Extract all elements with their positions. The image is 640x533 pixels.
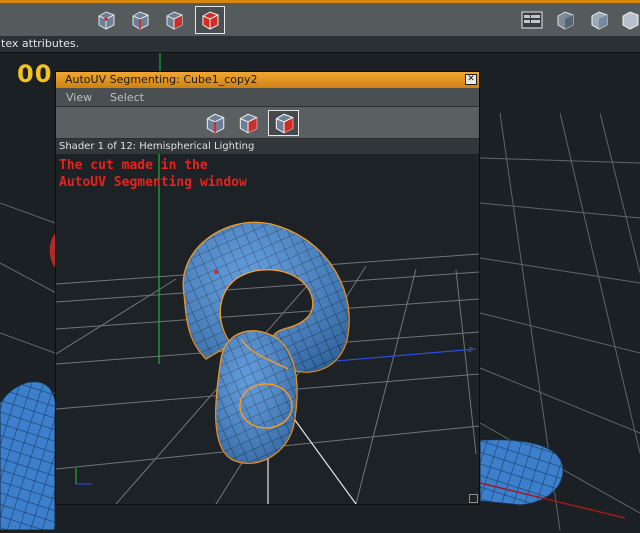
cube-object-icon[interactable] xyxy=(195,6,225,34)
cut-annotation: The cut made in the AutoUV Segmenting wi… xyxy=(59,157,247,191)
svg-text:z: z xyxy=(468,345,473,355)
uv-3d-viewport[interactable]: z The cut made in the AutoUV Segmenting … xyxy=(56,154,479,504)
shader-label: Shader 1 of 12: Hemispherical Lighting xyxy=(56,139,479,154)
solid-cube-icon[interactable] xyxy=(587,8,611,32)
close-icon[interactable]: ✕ xyxy=(465,74,477,85)
cube-edges-icon[interactable] xyxy=(201,110,229,136)
cube-selected-face-icon[interactable] xyxy=(268,110,299,136)
window-toolbar xyxy=(56,107,479,139)
window-titlebar[interactable]: AutoUV Segmenting: Cube1_copy2 ✕ xyxy=(56,72,479,88)
annotation-line-2: AutoUV Segmenting window xyxy=(59,175,247,190)
knot-mesh xyxy=(182,221,350,464)
knot-mesh-render: z xyxy=(56,154,479,504)
annotation-line-1: The cut made in the xyxy=(59,158,208,173)
resize-grip-icon[interactable] xyxy=(469,494,478,503)
menu-view[interactable]: View xyxy=(66,91,92,104)
shaded-cube-icon[interactable] xyxy=(553,8,577,32)
wire-cube-icon[interactable] xyxy=(618,8,640,32)
autouv-segmenting-window: AutoUV Segmenting: Cube1_copy2 ✕ View Se… xyxy=(55,71,480,505)
cube-edges-icon[interactable] xyxy=(128,8,152,32)
cube-vertices-icon[interactable] xyxy=(94,8,118,32)
window-menubar: View Select xyxy=(56,88,479,107)
cube-faces-icon[interactable] xyxy=(162,8,186,32)
status-message: tex attributes. xyxy=(0,36,640,53)
cube-faces-icon[interactable] xyxy=(234,110,262,136)
menu-select[interactable]: Select xyxy=(110,91,144,104)
display-settings-icon[interactable] xyxy=(519,8,545,32)
window-title: AutoUV Segmenting: Cube1_copy2 xyxy=(65,73,258,86)
top-toolbar xyxy=(0,0,640,36)
frame-counter: 00 xyxy=(17,60,53,88)
